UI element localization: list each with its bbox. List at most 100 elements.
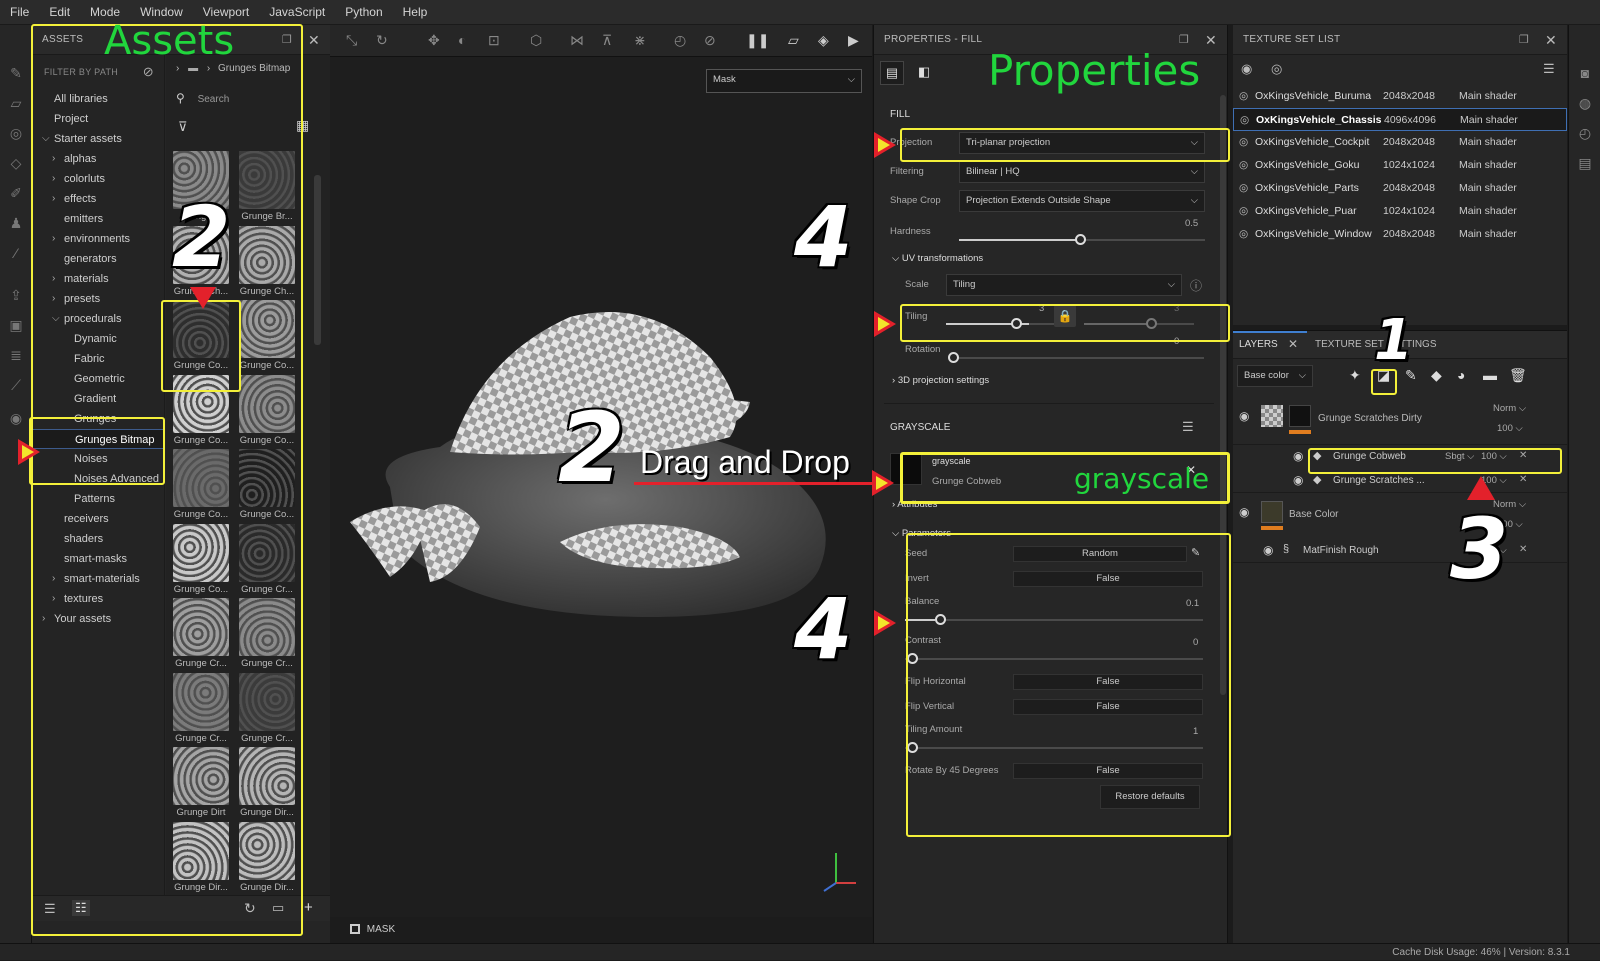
menu-icon[interactable]: ☰ — [1182, 419, 1194, 435]
folder-icon[interactable]: ▬ — [1483, 367, 1497, 383]
layout-icon[interactable]: ▱ — [788, 32, 799, 49]
eye-icon[interactable]: ◎ — [1271, 61, 1282, 77]
add-icon[interactable]: + — [304, 899, 313, 916]
visibility-eye-icon[interactable]: ◉ — [1239, 409, 1249, 423]
uv-transformations-toggle[interactable]: ⌵ UV transformations — [892, 253, 983, 264]
camera-icon[interactable]: ◉ — [8, 410, 24, 426]
visibility-eye-icon[interactable]: ◉ — [1293, 473, 1303, 487]
texture-set-row[interactable]: ◎ OxKingsVehicle_Cockpit 2048x2048 Main sha… — [1233, 131, 1567, 154]
menu-window[interactable]: Window — [140, 5, 183, 19]
effect-row[interactable]: ◉ § MatFinish Rough 100 ⌵ ✕ — [1233, 539, 1567, 563]
blend-mode-select[interactable]: Norm ⌵ — [1493, 403, 1526, 414]
smart-material-icon[interactable]: ◕ — [1457, 367, 1465, 383]
projection-icon[interactable]: ◎ — [8, 125, 24, 141]
close-icon[interactable]: ✕ — [1545, 25, 1557, 55]
remove-icon[interactable]: ✕ — [1519, 544, 1527, 555]
visibility-eye-icon[interactable]: ◎ — [1239, 177, 1248, 200]
menu-python[interactable]: Python — [345, 5, 382, 19]
display-settings-icon[interactable]: ◍ — [1577, 95, 1593, 111]
filtering-select[interactable]: Bilinear | HQ ⌵ — [959, 161, 1205, 183]
dock-icon[interactable]: ❐ — [1519, 25, 1529, 55]
visibility-eye-icon[interactable]: ◎ — [1239, 131, 1248, 154]
camera-icon[interactable]: ◙ — [1577, 65, 1593, 81]
opacity-field[interactable]: 100 ⌵ — [1497, 423, 1523, 434]
video-camera-icon[interactable]: ▶ — [848, 32, 859, 49]
hardness-handle[interactable] — [1075, 234, 1086, 245]
rotation-slider[interactable] — [954, 357, 1204, 359]
material-tab-icon[interactable]: ◧ — [912, 61, 936, 85]
add-effect-icon[interactable]: ✦ — [1349, 367, 1361, 384]
clone-icon[interactable]: ♟ — [8, 215, 24, 231]
menu-file[interactable]: File — [10, 5, 29, 19]
texture-set-row[interactable]: ◎ OxKingsVehicle_Puar 1024x1024 Main shader — [1233, 200, 1567, 223]
texture-set-shader[interactable]: Main shader — [1459, 200, 1517, 223]
rotate-tool-icon[interactable]: ↻ — [376, 32, 388, 49]
smudge-icon[interactable]: ✐ — [8, 185, 24, 201]
visibility-eye-icon[interactable]: ◎ — [1239, 200, 1248, 223]
scale-icon[interactable]: ⊡ — [488, 32, 500, 49]
3d-projection-toggle[interactable]: › 3D projection settings — [892, 375, 989, 386]
no-camera-icon[interactable]: ⊘ — [704, 32, 716, 49]
texture-set-shader[interactable]: Main shader — [1459, 223, 1517, 246]
visibility-eye-icon[interactable]: ◎ — [1239, 154, 1248, 177]
tab-layers[interactable]: LAYERS — [1239, 339, 1278, 350]
fill-tab-icon[interactable]: ▤ — [880, 61, 904, 85]
texture-set-row[interactable]: ◎ OxKingsVehicle_Buruma 2048x2048 Main shad… — [1233, 85, 1567, 108]
texture-set-shader[interactable]: Main shader — [1460, 109, 1518, 132]
texture-set-row[interactable]: ◎ OxKingsVehicle_Window 2048x2048 Main shad… — [1233, 223, 1567, 246]
layer-row[interactable]: ◉ Grunge Scratches Dirty Norm ⌵ 100 ⌵ — [1233, 397, 1567, 445]
layer-row[interactable]: ◉ Base Color Norm ⌵ 100 ⌵ — [1233, 493, 1567, 537]
bake-icon[interactable]: ▣ — [8, 317, 24, 333]
eraser-icon[interactable]: ▱ — [8, 95, 24, 111]
menu-help[interactable]: Help — [403, 5, 428, 19]
paint-brush-icon[interactable]: ✎ — [8, 65, 24, 81]
scale-select[interactable]: Tiling ⌵ — [946, 274, 1182, 296]
shape-crop-select[interactable]: Projection Extends Outside Shape ⌵ — [959, 190, 1205, 212]
visibility-eye-icon[interactable]: ◎ — [1239, 223, 1248, 246]
picker-icon[interactable]: ⁄ — [8, 245, 24, 261]
view-cube-icon[interactable]: ◈ — [818, 32, 829, 49]
pause-icon[interactable]: ❚❚ — [746, 32, 769, 49]
scrollbar[interactable] — [314, 175, 321, 345]
visibility-eye-icon[interactable]: ◉ — [1293, 449, 1303, 463]
texture-set-shader[interactable]: Main shader — [1459, 177, 1517, 200]
visibility-eye-icon[interactable]: ◎ — [1239, 85, 1248, 108]
remove-icon[interactable]: ✕ — [1519, 474, 1527, 485]
visibility-eye-icon[interactable]: ◉ — [1239, 505, 1249, 519]
polygon-fill-icon[interactable]: ◇ — [8, 155, 24, 171]
info-icon[interactable]: ⓘ — [1190, 277, 1202, 294]
visibility-eye-icon[interactable]: ◉ — [1263, 543, 1273, 557]
mirror-y-icon[interactable]: ⊼ — [602, 32, 612, 49]
rotation-handle[interactable] — [948, 352, 959, 363]
visibility-eye-icon[interactable]: ◎ — [1240, 109, 1249, 132]
close-icon[interactable]: ✕ — [1288, 337, 1298, 351]
texture-set-shader[interactable]: Main shader — [1459, 85, 1517, 108]
menu-edit[interactable]: Edit — [49, 5, 70, 19]
texture-set-shader[interactable]: Main shader — [1459, 154, 1517, 177]
texture-set-row[interactable]: ◎ OxKingsVehicle_Chassis 4096x4096 Main sha… — [1233, 108, 1567, 131]
settings-menu-icon[interactable]: ☰ — [1543, 61, 1555, 77]
fill-layer-icon[interactable]: ◆ — [1431, 367, 1442, 384]
mirror-x-icon[interactable]: ⋈ — [570, 32, 584, 49]
close-icon[interactable]: ✕ — [308, 25, 320, 55]
menu-viewport[interactable]: Viewport — [203, 5, 249, 19]
layer-icon[interactable]: ≣ — [8, 347, 24, 363]
move-icon[interactable]: ✥ — [428, 32, 440, 49]
history-icon[interactable]: ◴ — [1577, 125, 1593, 141]
texture-set-shader[interactable]: Main shader — [1459, 131, 1517, 154]
hide-all-icon[interactable]: ◉ — [1241, 61, 1252, 77]
cube-icon[interactable]: ⬡ — [530, 32, 542, 49]
transform-icon[interactable]: ⤡ — [346, 32, 357, 49]
texture-set-row[interactable]: ◎ OxKingsVehicle_Parts 2048x2048 Main shade… — [1233, 177, 1567, 200]
measure-icon[interactable]: ⟋ — [8, 377, 24, 393]
orbit-icon[interactable]: ◐ — [458, 32, 466, 48]
log-icon[interactable]: ▤ — [1577, 155, 1593, 171]
symmetry-icon[interactable]: ⋇ — [634, 32, 646, 49]
menu-mode[interactable]: Mode — [90, 5, 120, 19]
close-icon[interactable]: ✕ — [1205, 25, 1217, 55]
texture-set-row[interactable]: ◎ OxKingsVehicle_Goku 1024x1024 Main shader — [1233, 154, 1567, 177]
delete-icon[interactable]: 🗑 — [1509, 367, 1527, 384]
history-icon[interactable]: ◴ — [674, 32, 686, 49]
channel-select[interactable]: Base color ⌵ — [1237, 365, 1313, 387]
menu-javascript[interactable]: JavaScript — [269, 5, 325, 19]
